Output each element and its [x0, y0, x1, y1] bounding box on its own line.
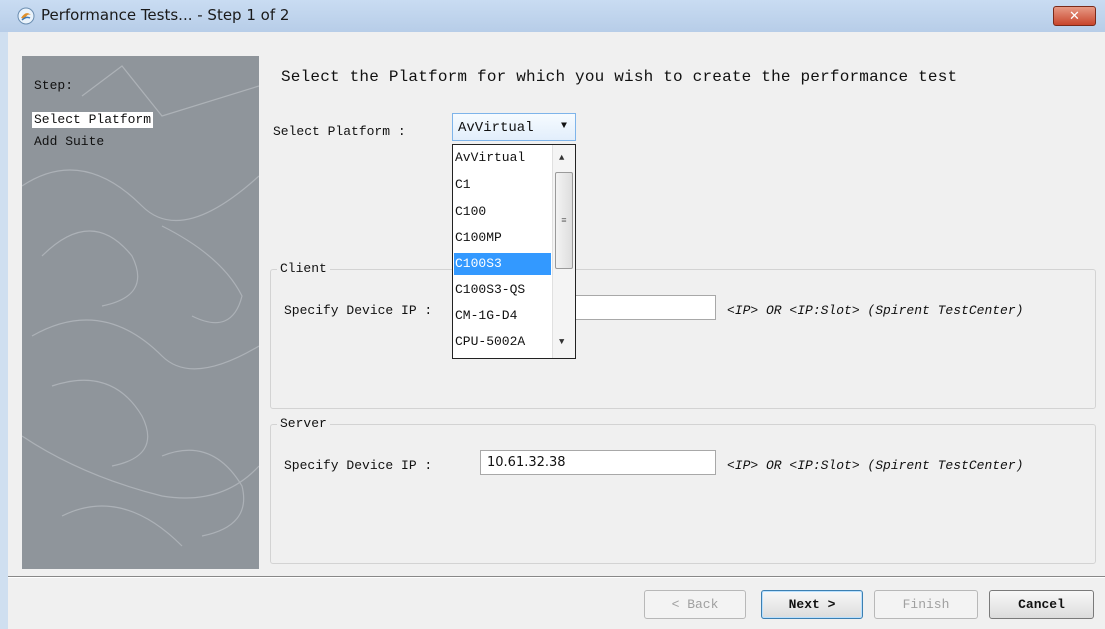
- dropdown-option[interactable]: CM-1G-D4: [454, 305, 551, 327]
- cancel-button[interactable]: Cancel: [989, 590, 1094, 619]
- window-title: Performance Tests... - Step 1 of 2: [41, 6, 290, 24]
- dropdown-scrollbar[interactable]: ▲ ≡ ▼: [552, 145, 575, 358]
- sidebar-decoration: [22, 65, 259, 547]
- scroll-down-arrow-icon[interactable]: ▼: [559, 337, 564, 347]
- client-ip-label: Specify Device IP :: [284, 303, 433, 318]
- step-add-suite: Add Suite: [34, 134, 105, 149]
- title-bar: Performance Tests... - Step 1 of 2 ✕: [0, 0, 1105, 32]
- dropdown-option[interactable]: C100S3-QS: [454, 279, 551, 301]
- server-ip-label: Specify Device IP :: [284, 458, 433, 473]
- server-ip-input[interactable]: 10.61.32.38: [480, 450, 716, 475]
- client-group: Client Specify Device IP : 10.61.32.38 <…: [270, 261, 1096, 409]
- page-title: Select the Platform for which you wish t…: [281, 68, 958, 86]
- platform-dropdown-list[interactable]: AvVirtual C1 C100 C100MP C100S3 C100S3-Q…: [452, 144, 576, 359]
- app-icon: [17, 7, 35, 25]
- footer-separator: [8, 576, 1105, 578]
- server-legend: Server: [277, 416, 330, 431]
- client-ip-hint: <IP> OR <IP:Slot> (Spirent TestCenter): [727, 303, 1024, 318]
- back-button[interactable]: < Back: [644, 590, 746, 619]
- platform-label: Select Platform :: [273, 124, 406, 139]
- close-button[interactable]: ✕: [1053, 6, 1096, 26]
- server-ip-hint: <IP> OR <IP:Slot> (Spirent TestCenter): [727, 458, 1024, 473]
- dropdown-option[interactable]: AvVirtual: [454, 147, 551, 169]
- dropdown-option[interactable]: C100: [454, 201, 551, 223]
- platform-select[interactable]: AvVirtual ▼: [452, 113, 576, 141]
- wizard-sidebar: [22, 56, 259, 569]
- next-button[interactable]: Next >: [761, 590, 863, 619]
- scrollbar-thumb[interactable]: ≡: [555, 172, 573, 269]
- client-legend: Client: [277, 261, 330, 276]
- step-heading: Step:: [34, 78, 74, 93]
- dropdown-option[interactable]: C100MP: [454, 227, 551, 249]
- dropdown-option-selected[interactable]: C100S3: [454, 253, 551, 275]
- finish-button[interactable]: Finish: [874, 590, 978, 619]
- dropdown-option[interactable]: CPU-5002A: [454, 331, 551, 353]
- chevron-down-icon: ▼: [560, 121, 567, 132]
- close-icon: ✕: [1069, 8, 1080, 24]
- scroll-up-arrow-icon[interactable]: ▲: [559, 153, 564, 163]
- step-select-platform: Select Platform: [32, 112, 154, 128]
- platform-select-value: AvVirtual: [458, 120, 534, 136]
- dropdown-option[interactable]: C1: [454, 174, 551, 196]
- server-group: Server Specify Device IP : 10.61.32.38 <…: [270, 416, 1096, 564]
